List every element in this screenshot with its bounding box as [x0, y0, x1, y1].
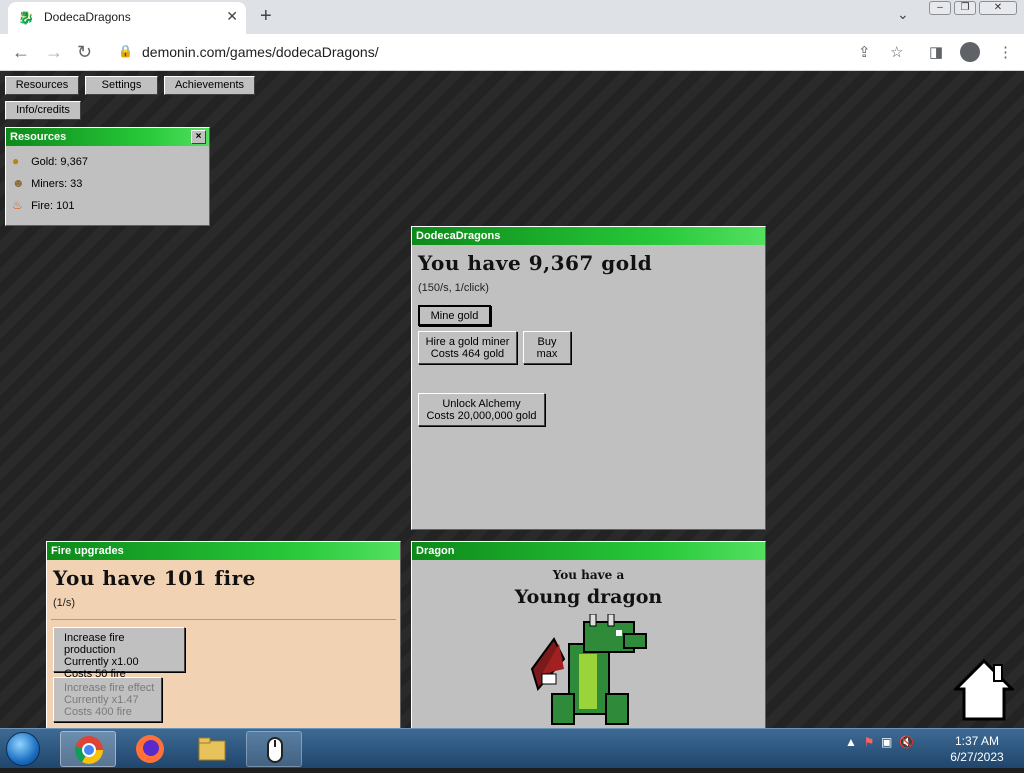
fire-production-label: Increase fire production	[64, 632, 125, 656]
miner-icon: ☻	[12, 176, 25, 190]
gold-panel: DodecaDragons You have 9,367 gold (150/s…	[411, 226, 766, 530]
fire-heading: You have 101 fire	[53, 566, 256, 590]
miners-resource-row: ☻ Miners: 33	[6, 172, 209, 194]
dragon-panel: Dragon You have a Young dragon	[411, 541, 766, 728]
firefox-taskbar-button[interactable]	[122, 731, 178, 767]
gold-amount: Gold: 9,367	[31, 156, 88, 168]
resources-panel: Resources × ● Gold: 9,367 ☻ Miners: 33 ♨…	[5, 127, 210, 226]
side-panel-icon[interactable]: ◨	[929, 43, 943, 61]
resources-panel-header: Resources ×	[6, 128, 209, 146]
unlock-alchemy-label: Unlock Alchemy	[442, 398, 521, 410]
system-tray[interactable]: ▲ ⚑ ▣ 🔇	[845, 735, 914, 749]
chrome-icon	[74, 736, 103, 764]
browser-toolbar: ← → ↻ 🔒 demonin.com/games/dodecaDragons/…	[0, 34, 1024, 71]
dragon-favicon-icon: 🐉	[18, 10, 35, 25]
action-center-icon[interactable]: ⚑	[864, 735, 875, 749]
address-bar[interactable]: demonin.com/games/dodecaDragons/	[142, 44, 379, 60]
resources-nav-button[interactable]: Resources	[5, 76, 79, 95]
miners-amount: Miners: 33	[31, 178, 83, 190]
close-icon[interactable]: ×	[191, 130, 206, 144]
lock-icon[interactable]: 🔒	[118, 44, 133, 58]
hire-miner-label: Hire a gold miner	[425, 336, 510, 348]
fire-effect-cost: Costs 400 fire	[64, 706, 132, 718]
increase-fire-production-button[interactable]: Increase fire production Currently x1.00…	[53, 627, 185, 680]
volume-muted-icon[interactable]: 🔇	[899, 735, 914, 749]
fire-upgrades-panel: Fire upgrades You have 101 fire (1/s) In…	[46, 541, 401, 728]
fire-effect-label: Increase fire effect	[64, 682, 155, 694]
tab-search-chevron-icon[interactable]: ⌄	[897, 6, 909, 23]
windows-taskbar: ▲ ⚑ ▣ 🔇 1:37 AM 6/27/2023	[0, 728, 1024, 768]
browser-tab-bar: 🐉 DodecaDragons ✕ + ⌄ – ❐ ✕	[0, 0, 1024, 34]
unlock-alchemy-cost: Costs 20,000,000 gold	[426, 410, 537, 422]
gold-coins-icon: ●	[12, 154, 20, 168]
network-icon[interactable]: ▣	[881, 735, 892, 749]
browser-tab[interactable]: 🐉 DodecaDragons ✕	[8, 2, 246, 34]
increase-fire-effect-button[interactable]: Increase fire effect Currently x1.47 Cos…	[53, 677, 162, 722]
clock-time: 1:37 AM	[954, 734, 1000, 748]
buy-max-line1: Buy	[537, 336, 557, 348]
chrome-taskbar-button[interactable]	[60, 731, 116, 767]
new-tab-button[interactable]: +	[260, 5, 272, 28]
young-dragon-sprite	[530, 614, 647, 725]
buy-max-line2: max	[536, 348, 558, 360]
mouse-app-taskbar-button[interactable]	[246, 731, 302, 767]
browser-menu-icon[interactable]: ⋮	[998, 43, 1013, 61]
settings-nav-button[interactable]: Settings	[85, 76, 158, 95]
minimize-window-button[interactable]: –	[929, 1, 951, 15]
fire-resource-row: ♨ Fire: 101	[6, 194, 209, 216]
clock-date: 6/27/2023	[950, 750, 1004, 764]
firefox-icon	[136, 735, 164, 763]
gold-heading: You have 9,367 gold	[418, 251, 653, 275]
info-credits-nav-button[interactable]: Info/credits	[5, 101, 81, 120]
dragon-panel-header: Dragon	[412, 542, 765, 560]
gold-panel-header: DodecaDragons	[412, 227, 765, 245]
home-icon[interactable]	[954, 659, 1014, 723]
forward-arrow-icon[interactable]: →	[45, 42, 63, 63]
back-arrow-icon[interactable]: ←	[12, 42, 30, 63]
bookmark-star-icon[interactable]: ☆	[890, 43, 903, 61]
share-icon[interactable]: ⇪	[858, 43, 871, 61]
taskbar-clock[interactable]: 1:37 AM 6/27/2023	[944, 733, 1010, 765]
restore-window-button[interactable]: ❐	[954, 1, 976, 15]
achievements-nav-button[interactable]: Achievements	[164, 76, 255, 95]
fire-amount: Fire: 101	[31, 200, 75, 212]
show-hidden-icons-icon[interactable]: ▲	[845, 735, 857, 749]
mouse-icon	[267, 737, 283, 763]
tab-title: DodecaDragons	[44, 10, 131, 24]
mine-gold-label: Mine gold	[430, 310, 479, 322]
mine-gold-button[interactable]: Mine gold	[418, 305, 491, 326]
hire-miner-cost: Costs 464 gold	[430, 348, 505, 360]
unlock-alchemy-button[interactable]: Unlock Alchemy Costs 20,000,000 gold	[418, 393, 545, 426]
fire-icon: ♨	[12, 198, 23, 212]
close-window-button[interactable]: ✕	[979, 1, 1017, 15]
reload-icon[interactable]: ↻	[77, 42, 92, 63]
fire-divider	[51, 619, 396, 620]
resources-panel-title: Resources	[10, 131, 67, 143]
fire-panel-header: Fire upgrades	[47, 542, 400, 560]
fire-rate: (1/s)	[53, 597, 75, 609]
game-page: Resources Settings Achievements Info/cre…	[0, 71, 1024, 728]
dragon-intro: You have a	[552, 568, 625, 582]
gold-rate: (150/s, 1/click)	[418, 282, 489, 294]
dragon-stage: Young dragon	[514, 586, 663, 608]
windows-start-button[interactable]	[6, 732, 40, 766]
tab-close-icon[interactable]: ✕	[226, 8, 238, 25]
explorer-taskbar-button[interactable]	[184, 731, 240, 767]
hire-miner-button[interactable]: Hire a gold miner Costs 464 gold	[418, 331, 517, 364]
gold-resource-row: ● Gold: 9,367	[6, 150, 209, 172]
fire-production-current: Currently x1.00	[64, 656, 139, 668]
profile-avatar-icon[interactable]	[960, 42, 980, 62]
fire-effect-current: Currently x1.47	[64, 694, 139, 706]
buy-max-miners-button[interactable]: Buy max	[523, 331, 571, 364]
folder-icon	[198, 737, 226, 761]
